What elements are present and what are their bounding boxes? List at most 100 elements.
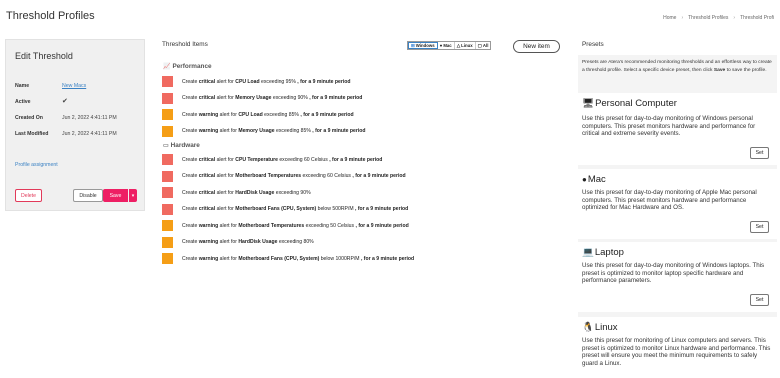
- check-icon: ✔: [62, 98, 68, 105]
- breadcrumb: Home › Threshold Profiles › Threshold Pr…: [663, 15, 774, 21]
- profile-assignment-link[interactable]: Profile assignment: [15, 162, 58, 168]
- filter-windows-button[interactable]: ⊞ Windows: [408, 42, 438, 49]
- breadcrumb-current: Threshold Profi: [740, 15, 774, 21]
- threshold-row[interactable]: Create critical alert for CPU Temperatur…: [162, 154, 382, 165]
- severity-indicator: [162, 187, 173, 198]
- filter-all-label: All: [482, 43, 489, 48]
- presets-intro: Presets are Atera's recommended monitori…: [582, 60, 772, 73]
- threshold-row-text: Create critical alert for Motherboard Te…: [182, 173, 406, 179]
- preset-personal-computer-header: 🖥 Personal Computer: [582, 98, 677, 109]
- severity-indicator: [162, 236, 173, 248]
- severity-indicator: [162, 154, 173, 165]
- monitor-icon: 🖥: [582, 98, 595, 109]
- preset-laptop-desc: Use this preset for day-to-day monitorin…: [582, 262, 765, 285]
- presets-title: Presets: [582, 41, 604, 48]
- threshold-row-text: Create critical alert for CPU Load excee…: [182, 78, 351, 85]
- preset-personal-computer-name: Personal Computer: [595, 98, 677, 109]
- chart-icon: 📈: [163, 64, 171, 70]
- set-mac-button[interactable]: Set: [750, 221, 769, 233]
- linux-icon: △: [456, 42, 461, 48]
- created-value: Jun 2, 2022 4:41:11 PM: [62, 115, 117, 121]
- threshold-row[interactable]: Create critical alert for CPU Load excee…: [162, 76, 351, 87]
- threshold-items-title: Threshold Items: [162, 41, 208, 48]
- threshold-row[interactable]: Create critical alert for Memory Usage e…: [162, 92, 363, 104]
- page-title: Threshold Profiles: [6, 10, 95, 22]
- section-performance-label: Performance: [172, 63, 212, 70]
- name-field: Name New Macs: [15, 83, 86, 89]
- threshold-row[interactable]: Create warning alert for Motherboard Fan…: [162, 253, 414, 264]
- linux-icon: 🐧: [582, 322, 594, 333]
- windows-icon: ⊞: [411, 42, 415, 48]
- threshold-row[interactable]: Create warning alert for HardDisk Usage …: [162, 236, 314, 248]
- preset-personal-computer: 🖥 Personal Computer Use this preset for …: [578, 93, 777, 165]
- severity-indicator: [162, 220, 173, 231]
- preset-mac-header: ● Mac: [582, 174, 606, 185]
- save-button[interactable]: Save: [103, 189, 128, 202]
- set-laptop-button[interactable]: Set: [750, 294, 769, 306]
- severity-indicator: [162, 109, 173, 120]
- active-label: Active: [15, 99, 31, 105]
- name-value[interactable]: New Macs: [62, 83, 86, 89]
- breadcrumb-threshold-profiles[interactable]: Threshold Profiles: [688, 15, 728, 21]
- modified-field: Last Modified Jun 2, 2022 4:41:11 PM: [15, 131, 117, 137]
- all-icon: ▢: [477, 42, 482, 48]
- set-personal-computer-button[interactable]: Set: [750, 147, 769, 159]
- apple-icon: ●: [439, 43, 443, 48]
- filter-all-button[interactable]: ▢ All: [476, 42, 491, 49]
- modified-value: Jun 2, 2022 4:41:11 PM: [62, 131, 117, 137]
- filter-linux-label: Linux: [461, 43, 473, 48]
- filter-windows-label: Windows: [415, 43, 435, 48]
- created-label: Created On: [15, 115, 43, 121]
- preset-personal-computer-desc: Use this preset for day-to-day monitorin…: [582, 115, 756, 138]
- breadcrumb-home[interactable]: Home: [663, 15, 676, 21]
- severity-indicator: [162, 76, 173, 87]
- threshold-row[interactable]: Create critical alert for Motherboard Fa…: [162, 203, 409, 215]
- severity-indicator: [162, 253, 173, 264]
- section-hardware-label: Hardware: [170, 142, 200, 149]
- threshold-row[interactable]: Create warning alert for Motherboard Tem…: [162, 220, 409, 231]
- created-field: Created On Jun 2, 2022 4:41:11 PM: [15, 115, 117, 121]
- threshold-row-text: Create warning alert for Motherboard Tem…: [182, 222, 409, 229]
- name-label: Name: [15, 83, 30, 89]
- presets-panel: Presets are Atera's recommended monitori…: [578, 55, 777, 378]
- delete-button[interactable]: Delete: [15, 189, 42, 202]
- breadcrumb-separator: ›: [681, 15, 684, 21]
- preset-laptop: 💻 Laptop Use this preset for day-to-day …: [578, 242, 777, 312]
- threshold-row-text: Create warning alert for Memory Usage ex…: [182, 128, 366, 134]
- preset-mac-desc: Use this preset for day-to-day monitorin…: [582, 189, 757, 212]
- save-dropdown-button[interactable]: ▾: [129, 189, 137, 202]
- section-hardware: ▭ Hardware: [163, 142, 200, 149]
- threshold-row-text: Create warning alert for CPU Load exceed…: [182, 111, 354, 118]
- filter-mac-label: Mac: [443, 43, 452, 48]
- threshold-row[interactable]: Create critical alert for HardDisk Usage…: [162, 187, 311, 198]
- preset-linux: 🐧 Linux Use this preset for monitoring o…: [578, 317, 777, 378]
- apple-icon: ●: [582, 175, 587, 184]
- filter-linux-button[interactable]: △ Linux: [455, 42, 476, 49]
- threshold-row-text: Create critical alert for Memory Usage e…: [182, 95, 363, 101]
- threshold-row[interactable]: Create warning alert for CPU Load exceed…: [162, 109, 354, 120]
- threshold-row-text: Create critical alert for CPU Temperatur…: [182, 156, 383, 163]
- new-item-button[interactable]: New item: [513, 40, 560, 53]
- threshold-row-text: Create warning alert for Motherboard Fan…: [182, 255, 415, 262]
- active-field: Active ✔: [15, 98, 68, 105]
- os-filter: ⊞ Windows ● Mac △ Linux ▢ All: [407, 41, 492, 50]
- edit-threshold-card: Edit Threshold Name New Macs Active ✔ Cr…: [5, 39, 145, 211]
- breadcrumb-separator: ›: [733, 15, 736, 21]
- modified-label: Last Modified: [15, 131, 49, 137]
- threshold-row-text: Create critical alert for Motherboard Fa…: [182, 206, 409, 212]
- laptop-icon: 💻: [582, 247, 594, 258]
- preset-laptop-name: Laptop: [594, 247, 624, 258]
- severity-indicator: [162, 92, 173, 104]
- severity-indicator: [162, 125, 173, 137]
- section-performance: 📈 Performance: [163, 63, 212, 70]
- threshold-row-text: Create warning alert for HardDisk Usage …: [182, 239, 314, 245]
- disable-button[interactable]: Disable: [73, 189, 103, 202]
- preset-mac-name: Mac: [587, 174, 606, 185]
- hardware-icon: ▭: [163, 143, 169, 149]
- threshold-row[interactable]: Create critical alert for Motherboard Te…: [162, 170, 406, 182]
- filter-mac-button[interactable]: ● Mac: [438, 42, 455, 49]
- threshold-row[interactable]: Create warning alert for Memory Usage ex…: [162, 125, 366, 137]
- preset-linux-name: Linux: [594, 322, 618, 333]
- preset-laptop-header: 💻 Laptop: [582, 247, 624, 258]
- severity-indicator: [162, 203, 173, 215]
